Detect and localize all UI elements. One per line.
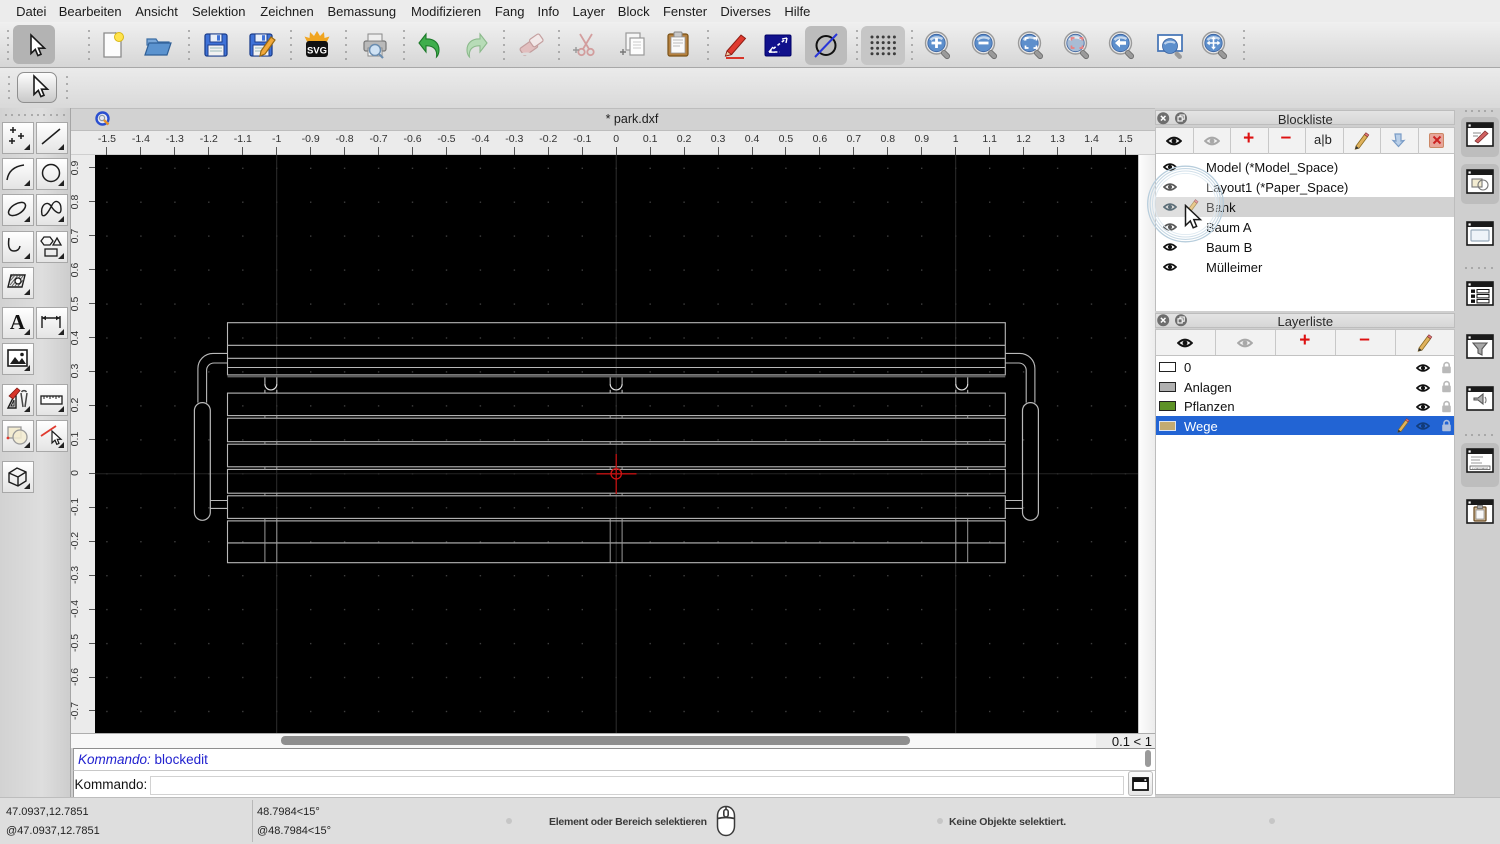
svg-text:A: A bbox=[10, 310, 26, 334]
svg-text:c command: c command bbox=[1472, 466, 1488, 470]
svg-text:SVG: SVG bbox=[307, 46, 327, 57]
